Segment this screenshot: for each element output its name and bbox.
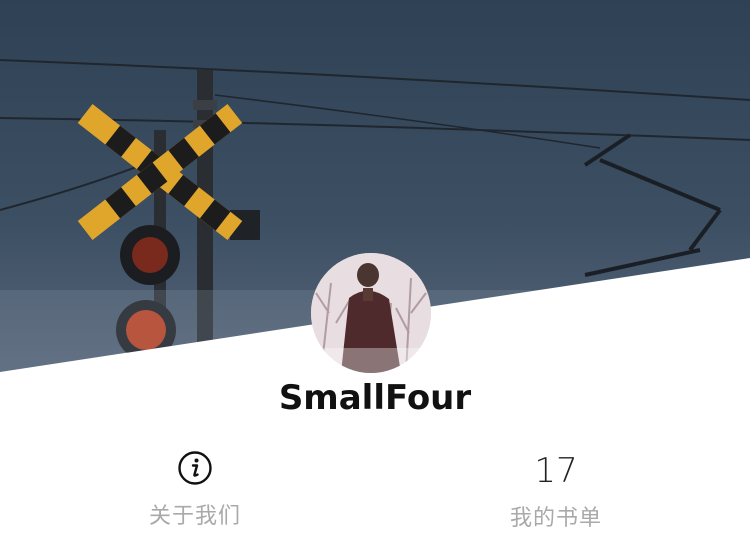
booklist-count: 17 [534,451,578,491]
avatar[interactable] [311,253,431,373]
info-icon [178,451,212,485]
about-us-button[interactable]: 关于我们 [95,446,295,530]
profile-page: SmallFour 关于我们 17 我的书单 [0,0,750,556]
username: SmallFour [278,378,472,418]
about-us-label: 关于我们 [148,504,241,529]
my-booklist-label: 我的书单 [509,506,602,531]
my-booklist-button[interactable]: 17 我的书单 [456,446,656,532]
